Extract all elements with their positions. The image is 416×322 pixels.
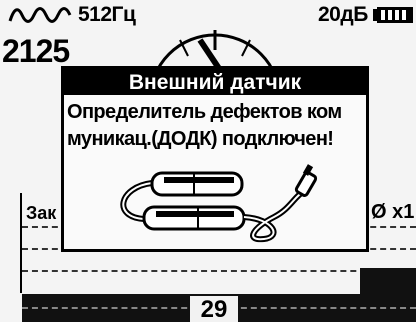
gain-readout: 20дБ [318, 3, 368, 26]
defect-detector-probe-icon [120, 164, 318, 243]
level-bar-segment [360, 268, 416, 294]
sine-wave-icon [8, 7, 72, 23]
signal-reading: 2125 [2, 33, 70, 69]
external-sensor-dialog[interactable]: Внешний датчик Определитель дефектов ком… [61, 66, 369, 252]
battery-icon [373, 7, 413, 23]
scale-value: Ø x1 [371, 201, 415, 223]
dialog-title: Внешний датчик [64, 69, 366, 95]
frequency-readout: 512Гц [78, 3, 136, 26]
grid-line [22, 270, 416, 272]
level-value: 29 [190, 296, 238, 322]
mode-label: Зак [26, 203, 57, 223]
device-screen: 512Гц 20дБ 2125 Зак Ø x1 29 Внешний датч… [0, 0, 416, 322]
dialog-message: Определитель дефектов ком муникац.(ДОДК)… [67, 101, 342, 150]
